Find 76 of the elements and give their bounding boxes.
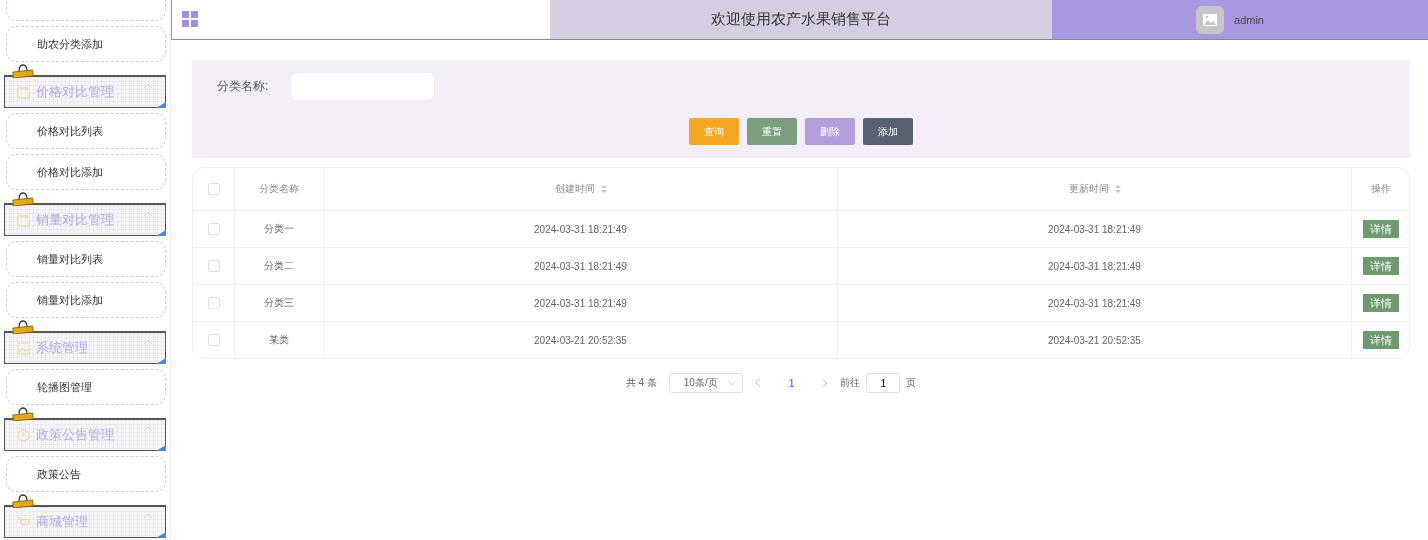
column-header[interactable]: 创建时间	[554, 182, 595, 196]
caret-up-icon	[143, 83, 153, 89]
sidebar-item[interactable]: 价格对比添加	[6, 154, 166, 190]
document-icon	[17, 213, 30, 227]
table-cell: 2024-03-31 18:21:49	[534, 223, 627, 235]
sidebar-item[interactable]: 销量对比添加	[6, 282, 166, 318]
table-cell: 某类	[269, 333, 289, 347]
table-cell: 2024-03-31 18:21:49	[1048, 260, 1141, 272]
table-cell: 分类三	[264, 296, 294, 310]
menu-group-header[interactable]: 商城管理	[4, 505, 166, 538]
next-page-icon[interactable]	[822, 378, 829, 388]
total-count: 共 4 条	[625, 376, 657, 390]
goto-page-field[interactable]: 1	[866, 373, 901, 393]
page-unit: 页	[906, 376, 917, 390]
sidebar-item[interactable]: 价格对比列表	[6, 113, 166, 149]
caret-up-icon	[143, 426, 153, 432]
action-button[interactable]: 添加	[863, 118, 913, 145]
caret-up-icon	[143, 513, 153, 519]
menu-group-header[interactable]: 系统管理	[4, 331, 166, 364]
previous-page-icon[interactable]	[754, 378, 761, 388]
grid-menu-icon[interactable]	[182, 11, 198, 27]
document-icon	[17, 85, 30, 99]
row-checkbox[interactable]	[207, 297, 220, 309]
sort-icon[interactable]	[600, 184, 607, 194]
app-title: 欢迎使用农产水果销售平台	[550, 0, 1052, 39]
detail-button[interactable]: 详情	[1362, 220, 1399, 238]
caret-up-icon	[143, 339, 153, 345]
column-header[interactable]: 更新时间	[1068, 182, 1109, 196]
menu-group-header[interactable]: 政策公告管理	[4, 418, 166, 451]
sidebar-item[interactable]: 销量对比列表	[6, 241, 166, 277]
binder-clip-icon	[11, 494, 35, 508]
menu-group-header[interactable]: 销量对比管理	[4, 203, 166, 236]
page-corner-icon	[156, 532, 166, 538]
page-corner-icon	[156, 445, 166, 451]
sidebar-item[interactable]: 助农分类添加	[6, 26, 166, 62]
page-corner-icon	[156, 358, 166, 364]
image-icon	[17, 341, 30, 355]
sidebar-item[interactable]: 政策公告	[6, 456, 166, 492]
caret-up-icon	[143, 211, 153, 217]
table-cell: 2024-03-31 18:21:49	[1048, 223, 1141, 235]
table-cell: 2024-03-21 20:52:35	[534, 334, 627, 346]
table-cell: 分类二	[264, 259, 294, 273]
action-button[interactable]: 查询	[689, 118, 739, 145]
info-icon	[17, 428, 30, 442]
table-cell: 2024-03-21 20:52:35	[1048, 334, 1141, 346]
detail-button[interactable]: 详情	[1362, 331, 1399, 349]
action-button[interactable]: 删除	[805, 118, 855, 145]
page-size-select[interactable]: 10条/页	[668, 373, 743, 393]
action-button[interactable]: 重置	[747, 118, 797, 145]
table-cell: 分类一	[264, 222, 294, 236]
select-all-checkbox[interactable]	[207, 183, 220, 195]
row-checkbox[interactable]	[207, 260, 220, 272]
goto-label: 前往	[840, 376, 861, 390]
binder-clip-icon	[11, 192, 35, 206]
row-checkbox[interactable]	[207, 223, 220, 235]
sort-icon[interactable]	[1114, 184, 1121, 194]
binder-clip-icon	[11, 407, 35, 421]
page-number[interactable]: 1	[788, 377, 795, 389]
row-checkbox[interactable]	[207, 334, 220, 346]
user-name[interactable]: admin	[1234, 13, 1264, 26]
table-cell: 2024-03-31 18:21:49	[534, 297, 627, 309]
avatar-image-icon[interactable]	[1196, 5, 1224, 34]
table-cell: 2024-03-31 18:21:49	[1048, 297, 1141, 309]
binder-clip-icon	[11, 64, 35, 78]
detail-button[interactable]: 详情	[1362, 257, 1399, 275]
page-corner-icon	[156, 102, 166, 108]
sidebar-item[interactable]: 轮播图管理	[6, 369, 166, 405]
page-corner-icon	[156, 230, 166, 236]
binder-clip-icon	[11, 320, 35, 334]
table-cell: 2024-03-31 18:21:49	[534, 260, 627, 272]
column-header: 操作	[1370, 182, 1391, 196]
detail-button[interactable]: 详情	[1362, 294, 1399, 312]
dropdown-caret-icon[interactable]	[726, 380, 736, 386]
field-label: 分类名称:	[217, 78, 269, 95]
column-header: 分类名称	[259, 182, 299, 196]
menu-group-header[interactable]: 价格对比管理	[4, 75, 166, 108]
